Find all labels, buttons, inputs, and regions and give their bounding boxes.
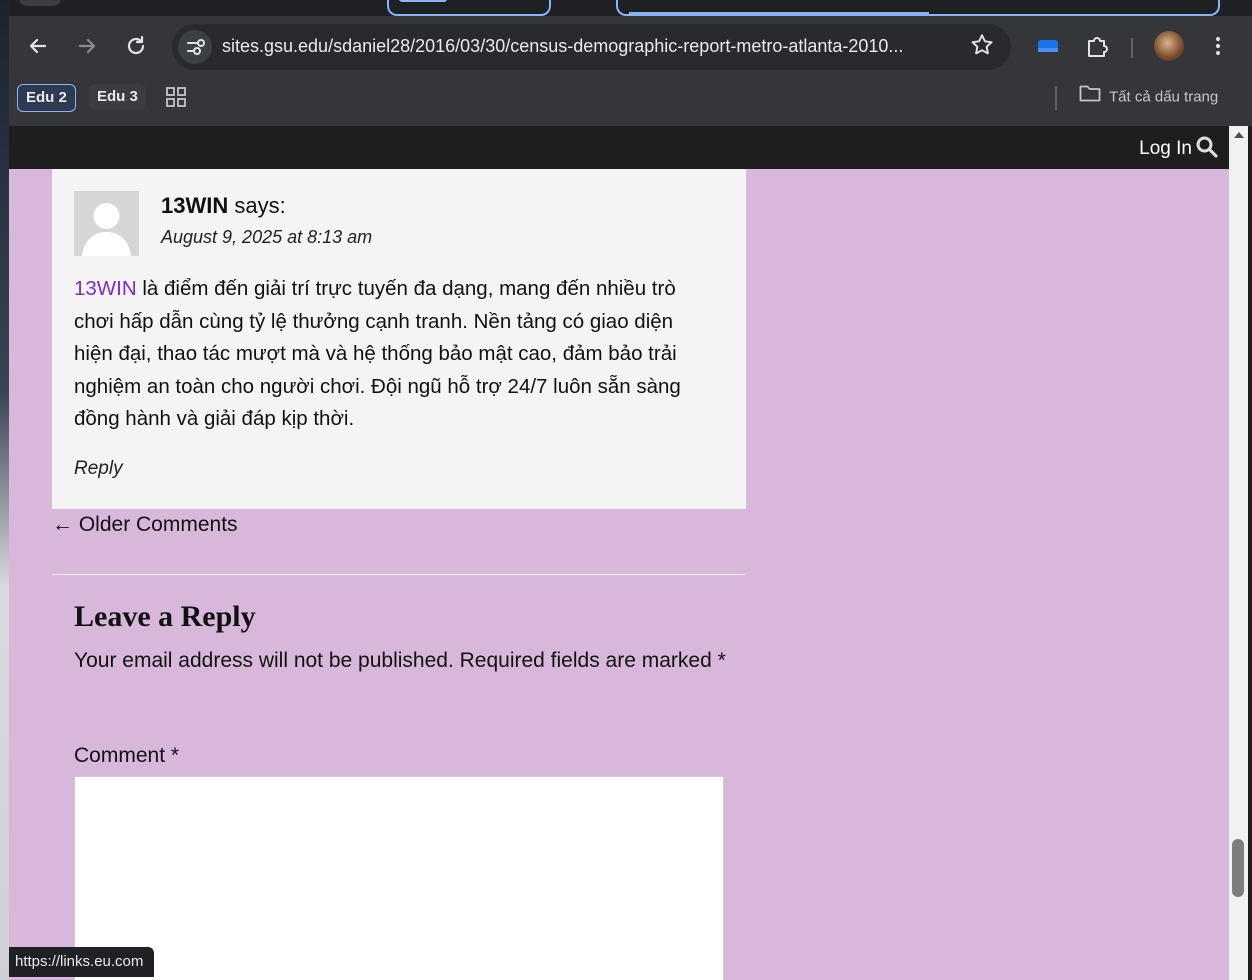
forward-icon[interactable] <box>73 32 101 60</box>
admin-bar: Log In <box>9 126 1229 169</box>
tab-group-active[interactable] <box>387 0 551 16</box>
tab-fragment[interactable] <box>19 0 61 6</box>
tab-active-underline <box>629 12 929 15</box>
extensions-puzzle-icon[interactable] <box>1083 32 1111 60</box>
reply-form-notes: Your email address will not be published… <box>74 649 726 672</box>
comment-label: Comment * <box>74 744 180 767</box>
reload-icon[interactable] <box>122 32 150 60</box>
section-divider <box>52 574 746 575</box>
back-icon[interactable] <box>24 32 52 60</box>
menu-dots-icon[interactable] <box>1204 32 1232 60</box>
login-link[interactable]: Log In <box>1139 138 1192 160</box>
all-bookmarks-label: Tất cả dấu trang <box>1109 88 1219 106</box>
desktop-edge <box>0 0 9 980</box>
comment-body: là điểm đến giải trí trực tuyến đa dạng,… <box>74 277 681 430</box>
search-icon[interactable] <box>1195 135 1219 159</box>
reply-form-title: Leave a Reply <box>74 600 256 633</box>
web-page: Log In 13WIN says: August 9, 2025 at 8:1… <box>9 126 1229 980</box>
comment-link[interactable]: 13WIN <box>74 277 137 300</box>
url-text[interactable]: sites.gsu.edu/sdaniel28/2016/03/30/censu… <box>222 36 903 57</box>
page-scrollbar[interactable] <box>1229 126 1248 980</box>
comment-says: says: <box>234 193 286 218</box>
all-bookmarks-button[interactable]: Tất cả dấu trang <box>1079 84 1218 110</box>
profile-avatar[interactable] <box>1154 31 1184 61</box>
extension-cloud-icon[interactable] <box>1034 32 1062 60</box>
scroll-thumb[interactable] <box>1232 839 1244 897</box>
folder-icon <box>1079 84 1101 111</box>
browser-toolbar: sites.gsu.edu/sdaniel28/2016/03/30/censu… <box>9 16 1252 80</box>
tab-group-indicator <box>399 0 447 2</box>
comment-textarea[interactable] <box>74 776 724 980</box>
older-comments-link[interactable]: ← Older Comments <box>52 513 238 537</box>
apps-grid-icon[interactable] <box>165 86 187 108</box>
bookmark-star-icon[interactable] <box>969 32 995 65</box>
status-link-preview: https://links.eu.com <box>9 947 155 977</box>
bookmark-group-edu2[interactable]: Edu 2 <box>17 84 76 112</box>
comment: 13WIN says: August 9, 2025 at 8:13 am 13… <box>52 169 746 509</box>
comment-date[interactable]: August 9, 2025 at 8:13 am <box>161 227 372 248</box>
bookmarks-divider <box>1055 86 1057 110</box>
address-bar[interactable]: sites.gsu.edu/sdaniel28/2016/03/30/censu… <box>172 24 1011 70</box>
comment-author: 13WIN says: <box>161 193 286 219</box>
site-info-icon[interactable] <box>178 30 212 64</box>
tab-strip <box>9 0 1252 16</box>
toolbar-divider <box>1131 38 1133 58</box>
window-edge <box>1248 126 1252 980</box>
avatar <box>74 191 139 256</box>
reply-link[interactable]: Reply <box>74 458 123 480</box>
bookmark-group-edu3[interactable]: Edu 3 <box>89 84 146 110</box>
comment-author-name[interactable]: 13WIN <box>161 193 228 218</box>
scroll-up-arrow-icon[interactable] <box>1234 132 1244 138</box>
comment-text: 13WIN là điểm đến giải trí trực tuyến đa… <box>74 273 714 436</box>
bookmarks-bar: Edu 2 Edu 3 Tất cả dấu trang <box>9 80 1252 126</box>
browser-chrome: sites.gsu.edu/sdaniel28/2016/03/30/censu… <box>9 0 1252 126</box>
